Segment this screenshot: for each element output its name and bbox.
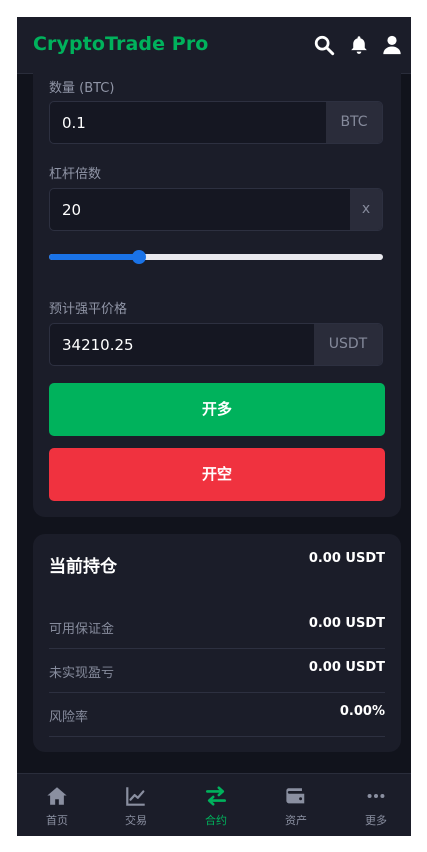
position-row: 未实现盈亏 0.00 USDT (49, 648, 385, 693)
wallet-icon (286, 788, 305, 804)
open-short-button[interactable]: 开空 (49, 448, 385, 501)
home-icon (47, 787, 67, 805)
bottom-nav: 首页 交易 合约 资产 更多 (17, 773, 411, 836)
nav-label: 首页 (46, 814, 68, 827)
nav-label: 更多 (365, 814, 387, 827)
quantity-field: BTC (49, 101, 383, 144)
order-form-card: 数量 (BTC) BTC 杠杆倍数 x 预计强平价格 USDT 开多 开空 (33, 57, 401, 517)
liquidation-unit: USDT (314, 324, 382, 365)
nav-item-more[interactable]: 更多 (337, 774, 411, 836)
search-icon[interactable] (313, 34, 335, 56)
open-long-button[interactable]: 开多 (49, 383, 385, 436)
nav-label: 交易 (125, 814, 147, 827)
leverage-label: 杠杆倍数 (49, 167, 102, 182)
unrealized-pnl-value: 0.00 USDT (308, 660, 385, 675)
liquidation-label: 预计强平价格 (49, 302, 128, 317)
nav-item-assets[interactable]: 资产 (257, 774, 335, 836)
brand-logo[interactable]: CryptoTrade Pro (33, 33, 208, 55)
slider-fill (49, 254, 140, 260)
liquidation-price-input[interactable] (50, 324, 316, 365)
quantity-label: 数量 (BTC) (49, 81, 115, 96)
leverage-unit: x (350, 189, 382, 230)
unrealized-pnl-label: 未实现盈亏 (49, 666, 115, 681)
position-total: 0.00 USDT (308, 551, 385, 566)
liquidation-field: USDT (49, 323, 383, 366)
quantity-unit: BTC (326, 102, 382, 143)
nav-item-trade[interactable]: 交易 (97, 774, 175, 836)
leverage-field: x (49, 188, 383, 231)
risk-rate-label: 风险率 (49, 710, 89, 725)
position-card: 当前持仓 0.00 USDT 可用保证金 0.00 USDT 未实现盈亏 0.0… (33, 534, 401, 752)
nav-label: 合约 (205, 814, 227, 827)
app-screen: CryptoTrade Pro 数量 (BTC) BTC 杠杆倍数 x (17, 17, 411, 836)
bell-icon[interactable] (348, 34, 370, 56)
quantity-input[interactable] (50, 102, 328, 143)
leverage-slider[interactable] (49, 247, 383, 267)
available-margin-label: 可用保证金 (49, 622, 115, 637)
more-icon (367, 793, 385, 799)
nav-item-home[interactable]: 首页 (18, 774, 96, 836)
position-row: 可用保证金 0.00 USDT (49, 604, 385, 649)
leverage-input[interactable] (50, 189, 352, 230)
position-row: 风险率 0.00% (49, 692, 385, 737)
nav-item-futures[interactable]: 合约 (177, 774, 255, 836)
user-icon[interactable] (381, 34, 403, 56)
chart-icon (126, 787, 145, 806)
swap-icon (206, 786, 226, 806)
available-margin-value: 0.00 USDT (308, 616, 385, 631)
nav-label: 资产 (285, 814, 307, 827)
risk-rate-value: 0.00% (339, 704, 385, 719)
position-title: 当前持仓 (49, 557, 117, 577)
slider-thumb[interactable] (132, 250, 147, 264)
